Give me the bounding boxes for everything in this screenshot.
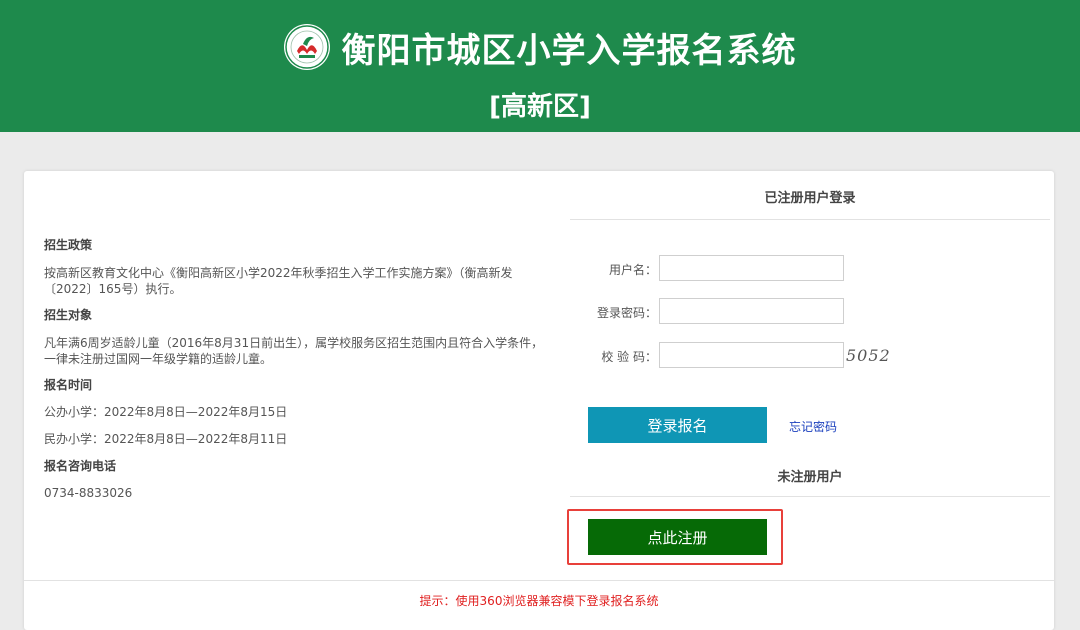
district-label: [高新区] [489, 92, 591, 122]
target-text: 凡年满6周岁适龄儿童（2016年8月31日前出生），属学校服务区招生范围内且符合… [44, 336, 544, 366]
captcha-label: 校 验 码： [601, 350, 657, 364]
page-header: 衡阳市城区小学入学报名系统 [高新区] [0, 0, 1080, 132]
login-section-title: 已注册用户登录 [764, 191, 856, 206]
school-emblem-icon [283, 24, 330, 70]
captcha-image[interactable]: 5052 [846, 346, 891, 365]
username-input[interactable] [659, 255, 844, 281]
username-label: 用户名： [608, 263, 657, 277]
footer-divider [24, 580, 1054, 581]
time-heading: 报名时间 [44, 378, 93, 392]
login-button[interactable]: 登录报名 [588, 407, 767, 443]
policy-heading: 招生政策 [44, 238, 93, 252]
browser-tip: 提示：使用360浏览器兼容模下登录报名系统 [419, 594, 659, 608]
login-card: 招生政策 按高新区教育文化中心《衡阳高新区小学2022年秋季招生入学工作实施方案… [24, 171, 1054, 630]
phone-heading: 报名咨询电话 [44, 459, 117, 473]
login-divider [570, 219, 1050, 220]
password-input[interactable] [659, 298, 844, 324]
private-school-time: 民办小学：2022年8月8日—2022年8月11日 [44, 432, 288, 446]
register-button[interactable]: 点此注册 [588, 519, 767, 555]
app-title: 衡阳市城区小学入学报名系统 [341, 30, 797, 71]
unregistered-section-title: 未注册用户 [777, 470, 843, 485]
password-label: 登录密码： [596, 306, 657, 320]
public-school-time: 公办小学：2022年8月8日—2022年8月15日 [44, 405, 288, 419]
phone-number: 0734-8833026 [44, 486, 133, 500]
policy-text: 按高新区教育文化中心《衡阳高新区小学2022年秋季招生入学工作实施方案》（衡高新… [44, 266, 513, 296]
captcha-input[interactable] [659, 342, 844, 368]
target-heading: 招生对象 [44, 308, 93, 322]
title-row: 衡阳市城区小学入学报名系统 [0, 22, 1080, 72]
register-divider [570, 496, 1050, 497]
forgot-password-link[interactable]: 忘记密码 [789, 418, 837, 435]
